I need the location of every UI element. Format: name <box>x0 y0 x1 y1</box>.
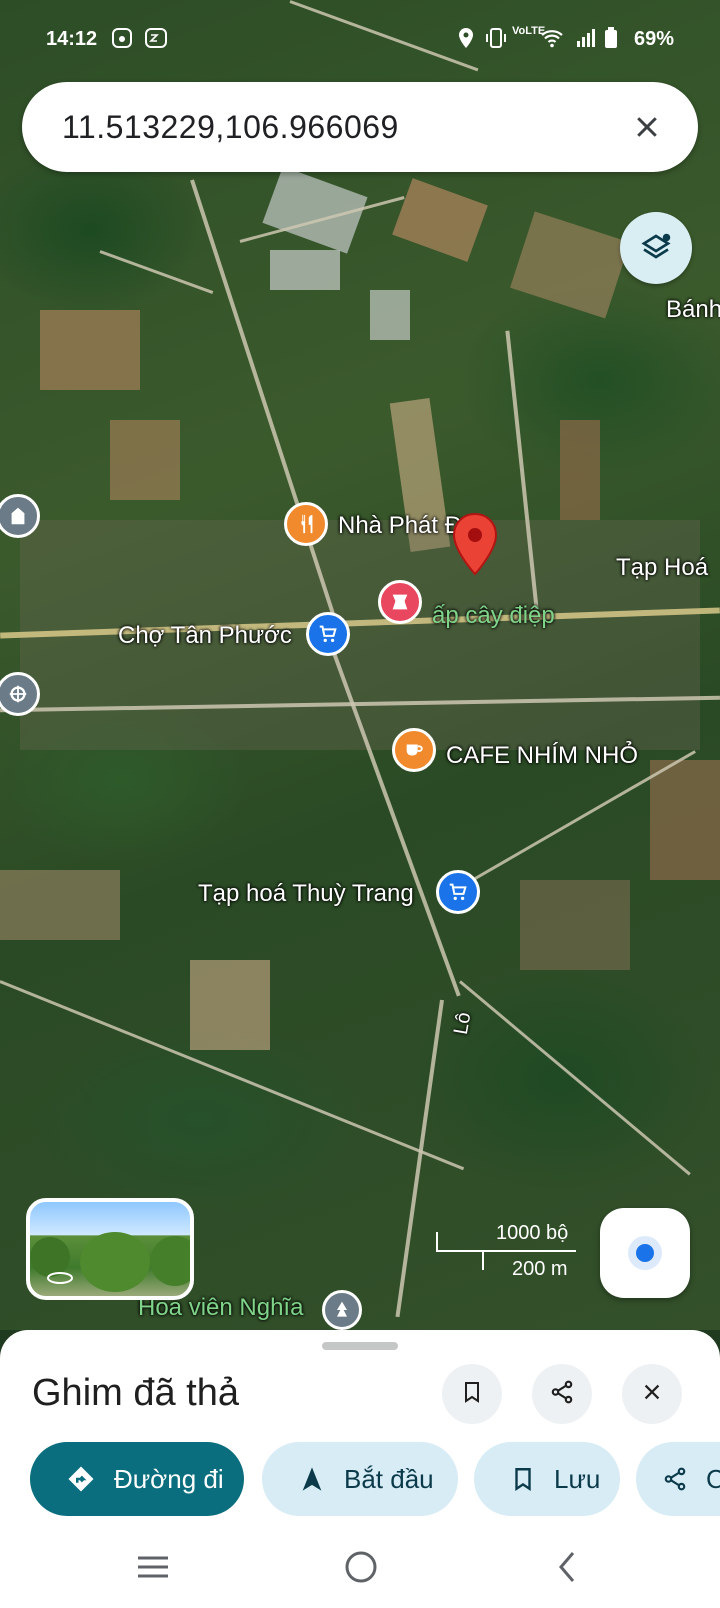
field-patch <box>510 211 630 319</box>
save-button[interactable]: Lưu <box>474 1442 620 1516</box>
road-label-lo: Lô <box>449 1010 476 1037</box>
home-button[interactable] <box>336 1544 386 1594</box>
layers-icon <box>638 230 674 271</box>
building-cluster <box>270 250 340 290</box>
poi-label-banh[interactable]: Bánh <box>666 296 720 324</box>
bookmark-button[interactable] <box>442 1364 502 1424</box>
zalo-icon <box>144 26 168 55</box>
scale-tick <box>482 1250 484 1270</box>
scale-meters: 200 m <box>512 1258 568 1280</box>
sheet-title: Ghim đã thả <box>32 1372 239 1414</box>
poi-label-nha-phat[interactable]: Nhà Phát Đ <box>338 512 462 540</box>
share-icon <box>662 1466 688 1492</box>
search-input[interactable]: 11.513229,106.966069 <box>62 109 399 146</box>
scale-bar <box>436 1250 576 1252</box>
battery-icon <box>604 26 618 55</box>
directions-label: Đường đi <box>114 1463 224 1494</box>
back-chevron-icon <box>555 1550 579 1589</box>
my-location-icon <box>636 1244 654 1262</box>
close-icon <box>641 1381 663 1408</box>
street-view-thumbnail[interactable] <box>26 1198 194 1300</box>
vibrate-icon <box>484 26 508 55</box>
sync-icon <box>110 26 134 55</box>
signal-icon <box>574 26 598 55</box>
building-cluster <box>370 290 410 340</box>
close-sheet-button[interactable] <box>622 1364 682 1424</box>
map-view[interactable]: Nhà Phát Đ Tạp Hoá Bánh ấp cây điệp Chợ … <box>0 0 720 1330</box>
start-label: Bắt đầu <box>344 1463 434 1494</box>
scale-feet: 1000 bộ <box>496 1222 569 1244</box>
road-label-ap-cay-diep: ấp cây điệp <box>432 602 555 629</box>
share-button[interactable] <box>532 1364 592 1424</box>
poi-label-cafe[interactable]: CAFE NHÍM NHỎ <box>446 742 638 770</box>
poi-label-tap-hoa-thuy-trang[interactable]: Tạp hoá Thuỳ Trang <box>198 880 414 908</box>
field-patch <box>0 870 120 940</box>
navigation-arrow-icon <box>298 1465 326 1493</box>
field-patch <box>520 880 630 970</box>
field-patch <box>40 310 140 390</box>
scale-tick <box>436 1232 438 1252</box>
field-patch <box>110 420 180 500</box>
save-label: Lưu <box>554 1463 601 1494</box>
share-chip-button[interactable]: C <box>636 1442 720 1516</box>
recent-apps-button[interactable] <box>128 1544 178 1594</box>
poi-label-tap-hoa[interactable]: Tạp Hoá <box>616 554 708 582</box>
shopping-cart-icon[interactable] <box>436 870 480 914</box>
dropped-pin-icon[interactable] <box>452 512 498 576</box>
field-patch <box>650 760 720 880</box>
restaurant-poi-icon[interactable] <box>284 502 328 546</box>
wifi-icon <box>540 26 564 55</box>
directions-button[interactable]: Đường đi <box>30 1442 244 1516</box>
shop-poi-icon[interactable] <box>378 580 422 624</box>
bookmark-icon <box>510 1466 536 1492</box>
shopping-cart-icon[interactable] <box>306 612 350 656</box>
field-patch <box>392 178 488 262</box>
layers-button[interactable] <box>620 212 692 284</box>
road <box>459 980 691 1176</box>
location-icon <box>456 26 476 55</box>
tree-shape <box>80 1232 150 1292</box>
tree-shape <box>150 1236 190 1286</box>
directions-icon <box>66 1464 96 1494</box>
home-circle-icon <box>344 1550 378 1589</box>
system-nav-bar <box>0 1530 720 1608</box>
back-button[interactable] <box>542 1544 592 1594</box>
cemetery-poi-icon[interactable] <box>322 1290 362 1330</box>
cafe-poi-icon[interactable] <box>392 728 436 772</box>
road <box>99 250 214 294</box>
share-icon <box>549 1379 575 1410</box>
status-bar: 14:12 VoLTE 69% <box>0 0 720 80</box>
map-scale: 1000 bộ 200 m <box>436 1222 576 1292</box>
my-location-button[interactable] <box>600 1208 690 1298</box>
share-chip-label: C <box>706 1463 720 1494</box>
drag-handle[interactable] <box>322 1342 398 1350</box>
start-button[interactable]: Bắt đầu <box>262 1442 458 1516</box>
rotate-360-icon <box>46 1270 74 1291</box>
status-time: 14:12 <box>46 28 98 50</box>
field-patch <box>190 960 270 1050</box>
search-bar[interactable]: 11.513229,106.966069 <box>22 82 698 172</box>
close-icon[interactable] <box>622 102 672 152</box>
poi-label-cho-tan-phuoc[interactable]: Chợ Tân Phước <box>118 622 292 650</box>
battery-percent: 69% <box>633 28 674 50</box>
menu-icon <box>136 1554 170 1585</box>
bookmark-icon <box>460 1380 484 1409</box>
field-patch <box>560 420 600 520</box>
